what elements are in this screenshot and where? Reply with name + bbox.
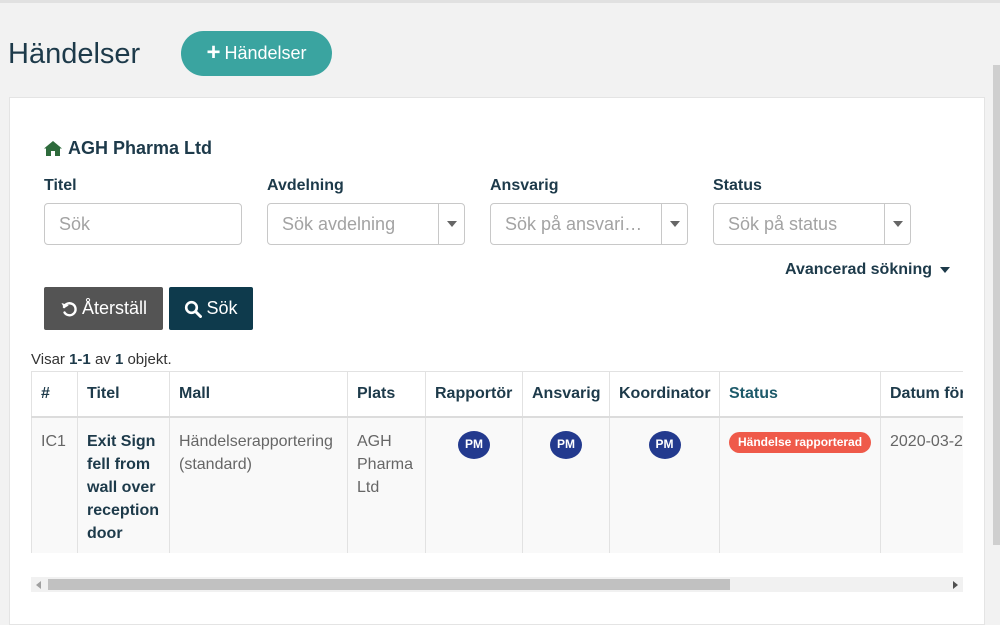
- column-header-date[interactable]: Datum för: [880, 371, 963, 418]
- column-header-template[interactable]: Mall: [169, 371, 348, 418]
- column-header-responsible[interactable]: Ansvarig: [522, 371, 610, 418]
- cell-id: IC1: [31, 416, 78, 553]
- avatar[interactable]: PM: [550, 430, 582, 459]
- reset-label: Återställ: [81, 298, 148, 318]
- cell-responsible: PM: [522, 416, 610, 553]
- undo-icon: [61, 301, 77, 316]
- advanced-search-label: Avancerad sökning: [784, 261, 932, 278]
- column-header-coordinator[interactable]: Koordinator: [609, 371, 720, 418]
- table-row[interactable]: IC1 Exit Sign fell from wall over recept…: [31, 416, 963, 553]
- column-header-title[interactable]: Titel: [77, 371, 170, 418]
- home-icon: [44, 141, 62, 156]
- responsible-placeholder: Sök på ansvarig person: [505, 213, 661, 234]
- cell-location: AGH Pharma Ltd: [347, 416, 426, 553]
- reset-button[interactable]: Återställ: [44, 287, 163, 330]
- responsible-dropdown-toggle[interactable]: [661, 204, 687, 244]
- status-filter-label: Status: [713, 177, 762, 194]
- status-placeholder: Sök på status: [728, 213, 838, 234]
- column-header-reporter[interactable]: Rapportör: [425, 371, 523, 418]
- title-filter-label: Titel: [44, 177, 77, 194]
- search-label: Sök: [206, 298, 238, 318]
- caret-down-icon: [940, 267, 950, 273]
- column-header-id[interactable]: #: [31, 371, 78, 418]
- incidents-table: # Titel Mall Plats Rapportör Ansvarig Ko…: [31, 371, 963, 553]
- breadcrumb[interactable]: AGH Pharma Ltd: [43, 138, 212, 159]
- cell-date: 2020-03-2: [880, 416, 963, 553]
- chevron-down-icon: [892, 221, 903, 227]
- cell-reporter: PM: [425, 416, 523, 553]
- cell-template: Händelserapportering (standard): [169, 416, 348, 553]
- column-header-status[interactable]: Status: [719, 371, 881, 418]
- cell-title-link[interactable]: Exit Sign fell from wall over reception …: [77, 416, 170, 553]
- department-select[interactable]: Sök avdelning: [267, 203, 465, 245]
- chevron-down-icon: [446, 221, 457, 227]
- incidents-table-container: # Titel Mall Plats Rapportör Ansvarig Ko…: [31, 371, 963, 553]
- top-border: [0, 0, 1000, 3]
- department-dropdown-toggle[interactable]: [438, 204, 464, 244]
- add-incident-label: Händelser: [224, 43, 307, 63]
- plus-icon: +: [206, 38, 221, 66]
- organization-name: AGH Pharma Ltd: [68, 138, 213, 158]
- search-button[interactable]: Sök: [169, 287, 253, 330]
- avatar[interactable]: PM: [458, 430, 490, 459]
- status-badge: Händelse rapporterad: [729, 431, 872, 453]
- add-incident-button[interactable]: + Händelser: [181, 31, 332, 76]
- title-search-input[interactable]: [44, 203, 242, 245]
- scroll-left-icon[interactable]: [36, 581, 41, 589]
- column-header-location[interactable]: Plats: [347, 371, 426, 418]
- status-dropdown-toggle[interactable]: [884, 204, 910, 244]
- search-panel: AGH Pharma Ltd Titel Avdelning Sök avdel…: [9, 97, 985, 625]
- avatar[interactable]: PM: [648, 430, 681, 459]
- page-title: Händelser: [8, 38, 141, 70]
- department-placeholder: Sök avdelning: [282, 213, 396, 234]
- table-header-row: # Titel Mall Plats Rapportör Ansvarig Ko…: [31, 371, 963, 418]
- page-scrollbar[interactable]: [993, 65, 1000, 545]
- status-select[interactable]: Sök på status: [713, 203, 911, 245]
- department-filter-label: Avdelning: [267, 177, 344, 194]
- scroll-right-icon[interactable]: [953, 581, 958, 589]
- cell-status: Händelse rapporterad: [719, 416, 881, 553]
- search-icon: [185, 300, 203, 318]
- result-summary: Visar 1-1 av 1 objekt.: [31, 351, 172, 368]
- advanced-search-toggle[interactable]: Avancerad sökning: [785, 261, 950, 279]
- responsible-filter-label: Ansvarig: [490, 177, 559, 194]
- responsible-select[interactable]: Sök på ansvarig person: [490, 203, 688, 245]
- scrollbar-thumb[interactable]: [48, 579, 730, 590]
- cell-coordinator: PM: [609, 416, 720, 553]
- chevron-down-icon: [669, 221, 680, 227]
- table-horizontal-scrollbar[interactable]: [31, 577, 963, 592]
